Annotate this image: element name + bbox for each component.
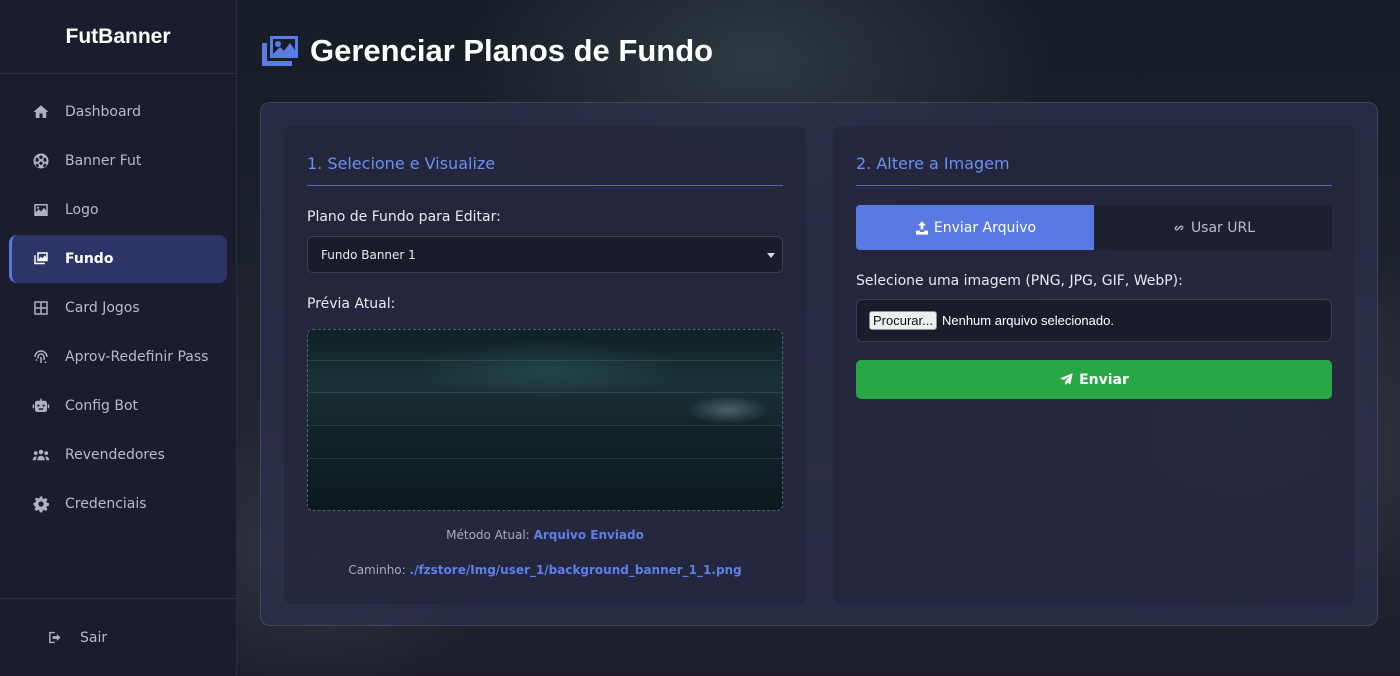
sign-out-icon [49,631,61,644]
method-label: Método Atual: [446,528,530,542]
soccer-ball-icon [31,151,51,171]
page-title-text: Gerenciar Planos de Fundo [310,33,714,68]
sidebar-item-label: Aprov-Redefinir Pass [65,349,209,365]
path-value: ./fzstore/Img/user_1/background_banner_1… [409,563,742,577]
sidebar-item-label: Fundo [65,251,114,267]
sidebar-item-logo[interactable]: Logo [9,186,227,234]
images-icon [31,249,51,269]
sidebar-item-label: Dashboard [65,104,141,120]
page-title: Gerenciar Planos de Fundo [260,30,713,72]
gear-icon [31,494,51,514]
users-icon [31,445,51,465]
sidebar-item-label: Revendedores [65,447,165,463]
sidebar-item-credenciais[interactable]: Credenciais [9,480,227,528]
brand-title: FutBanner [0,0,236,74]
sidebar-nav: Dashboard Banner Fut Logo Fundo Card Jog… [0,74,236,528]
submit-label: Enviar [1079,371,1129,388]
tab-url-label: Usar URL [1190,219,1256,236]
sidebar-item-config-bot[interactable]: Config Bot [9,382,227,430]
sidebar: FutBanner Dashboard Banner Fut Logo Fund… [0,0,237,676]
select-preview-card: 1. Selecione e Visualize Plano de Fundo … [284,126,806,604]
sidebar-item-label: Banner Fut [65,153,142,169]
tab-use-url[interactable]: Usar URL [1094,205,1332,250]
sidebar-item-revendedores[interactable]: Revendedores [9,431,227,479]
file-label: Selecione uma imagem (PNG, JPG, GIF, Web… [856,273,1183,289]
card-title-select: 1. Selecione e Visualize [307,154,783,186]
preview-label: Prévia Atual: [307,296,396,312]
no-file-text: Nenhum arquivo selecionado. [941,313,1114,328]
sidebar-item-label: Logo [65,202,99,218]
sidebar-item-aprov-redefinir-pass[interactable]: Aprov-Redefinir Pass [9,333,227,381]
sidebar-item-fundo[interactable]: Fundo [9,235,227,283]
upload-icon [915,220,928,235]
sidebar-item-dashboard[interactable]: Dashboard [9,88,227,136]
sidebar-item-label: Config Bot [65,398,139,414]
tab-upload-label: Enviar Arquivo [933,219,1037,236]
paper-plane-icon [1060,373,1073,386]
source-tabs: Enviar Arquivo Usar URL [856,205,1332,250]
background-preview-image [307,329,783,511]
sidebar-item-label: Credenciais [65,496,147,512]
background-select[interactable]: Fundo Banner 1 [307,236,783,273]
home-icon [31,102,51,122]
grid-icon [31,298,51,318]
browse-button[interactable]: Procurar... [869,311,937,330]
images-icon [262,36,298,66]
robot-icon [31,396,51,416]
link-icon [1174,225,1184,230]
select-label: Plano de Fundo para Editar: [307,209,501,225]
path-info: Caminho: ./fzstore/Img/user_1/background… [284,563,806,577]
file-input[interactable]: Procurar... Nenhum arquivo selecionado. [856,299,1332,342]
image-icon [31,200,51,220]
background-select-value: Fundo Banner 1 [321,247,416,262]
sidebar-item-banner-fut[interactable]: Banner Fut [9,137,227,185]
tab-upload-file[interactable]: Enviar Arquivo [856,205,1094,250]
fingerprint-icon [31,347,51,367]
method-value: Arquivo Enviado [533,528,644,542]
method-info: Método Atual: Arquivo Enviado [284,528,806,542]
path-label: Caminho: [348,563,406,577]
card-title-change: 2. Altere a Imagem [856,154,1332,186]
logout-button[interactable]: Sair [0,598,236,676]
change-image-card: 2. Altere a Imagem Enviar Arquivo Usar U… [833,126,1355,604]
logout-label: Sair [80,629,108,646]
chevron-down-icon [767,252,775,258]
main-panel: 1. Selecione e Visualize Plano de Fundo … [260,102,1378,626]
sidebar-item-label: Card Jogos [65,300,140,316]
submit-button[interactable]: Enviar [856,360,1332,399]
sidebar-item-card-jogos[interactable]: Card Jogos [9,284,227,332]
